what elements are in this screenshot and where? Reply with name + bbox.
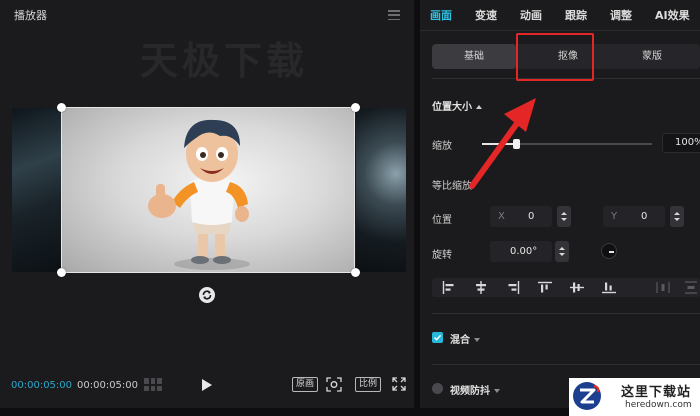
y-value: 0: [641, 211, 648, 222]
tab-ai-effects[interactable]: AI效果: [655, 7, 700, 23]
video-background-right: [356, 108, 406, 272]
position-x-field[interactable]: X 0: [490, 206, 552, 227]
watermark-text: 天极下载: [140, 38, 309, 83]
tab-speed[interactable]: 变速: [475, 7, 520, 23]
site-logo: 这里下载站 heredown.com: [569, 378, 700, 416]
stabilize-section[interactable]: 视频防抖: [450, 382, 500, 397]
stabilize-checkbox[interactable]: [432, 383, 443, 394]
tab-animation[interactable]: 动画: [520, 7, 565, 23]
tab-picture[interactable]: 画面: [430, 7, 475, 23]
annotation-arrow: [469, 98, 536, 189]
resize-handle-top-left[interactable]: [57, 103, 66, 112]
rotate-field[interactable]: 0.00°: [490, 241, 552, 262]
cartoon-character-thumbs-up: [148, 119, 250, 270]
aspect-ratio-button[interactable]: 比例: [355, 377, 382, 392]
caret-down-icon: [474, 338, 480, 342]
logo-badge-icon: [573, 382, 601, 410]
position-label: 位置: [432, 215, 452, 226]
logo-title: 这里下载站: [621, 385, 692, 400]
align-toolbar: [432, 278, 700, 297]
tab-adjust[interactable]: 调整: [610, 7, 655, 23]
align-left-icon[interactable]: [442, 281, 456, 294]
logo-subtitle: heredown.com: [625, 400, 692, 410]
rotation-dial-icon[interactable]: [601, 243, 617, 259]
player-title: 播放器: [14, 9, 47, 22]
distribute-h-icon[interactable]: [656, 281, 670, 294]
menu-icon[interactable]: [388, 10, 400, 20]
resize-handle-bottom-left[interactable]: [57, 268, 66, 277]
y-axis-label: Y: [611, 211, 618, 222]
blend-section[interactable]: 混合: [450, 331, 480, 346]
fullscreen-icon[interactable]: [392, 377, 406, 391]
section-divider: [432, 313, 700, 314]
timeline-grid-icon[interactable]: [144, 378, 162, 391]
timecode-current: 00:00:05:00: [11, 379, 73, 391]
property-tabs: 画面 变速 动画 跟踪 调整 AI效果: [420, 0, 700, 30]
position-x-stepper[interactable]: [557, 206, 571, 227]
scale-label: 缩放: [432, 141, 452, 152]
video-preview[interactable]: [61, 107, 355, 273]
align-center-v-icon[interactable]: [570, 281, 584, 294]
rotate-stepper[interactable]: [555, 241, 569, 262]
caret-down-icon: [494, 389, 500, 393]
rotate-handle-icon[interactable]: [199, 287, 215, 303]
resize-handle-top-right[interactable]: [351, 103, 360, 112]
position-y-field[interactable]: Y 0: [603, 206, 665, 227]
timecode-total: 00:00:05:00: [77, 379, 139, 391]
resize-handle-bottom-right[interactable]: [351, 268, 360, 277]
x-axis-label: X: [498, 211, 505, 222]
subtab-mask[interactable]: 蒙版: [630, 44, 674, 69]
subtab-basic[interactable]: 基础: [432, 44, 516, 69]
rotate-value: 0.00°: [510, 246, 538, 257]
align-top-icon[interactable]: [538, 281, 552, 294]
blend-checkbox[interactable]: [432, 332, 443, 343]
distribute-v-icon[interactable]: [684, 281, 698, 294]
stabilize-label: 视频防抖: [450, 386, 490, 397]
align-bottom-icon[interactable]: [602, 281, 616, 294]
cutout-highlight-box: [516, 33, 594, 81]
player-controls: 00:00:05:00 00:00:05:00 原画 比例: [0, 372, 414, 398]
play-button[interactable]: [202, 379, 212, 391]
x-value: 0: [528, 211, 535, 222]
tab-tracking[interactable]: 跟踪: [565, 7, 610, 23]
scale-value-field[interactable]: 100%: [662, 133, 700, 153]
original-quality-button[interactable]: 原画: [292, 377, 319, 392]
player-header: 播放器: [0, 0, 414, 30]
section-divider: [432, 364, 700, 365]
align-right-icon[interactable]: [506, 281, 520, 294]
tab-divider: [420, 30, 700, 31]
blend-label: 混合: [450, 335, 470, 346]
align-center-h-icon[interactable]: [474, 281, 488, 294]
focus-icon[interactable]: [326, 377, 342, 392]
video-background-left: [12, 108, 62, 272]
position-y-stepper[interactable]: [670, 206, 684, 227]
rotate-label: 旋转: [432, 250, 452, 261]
